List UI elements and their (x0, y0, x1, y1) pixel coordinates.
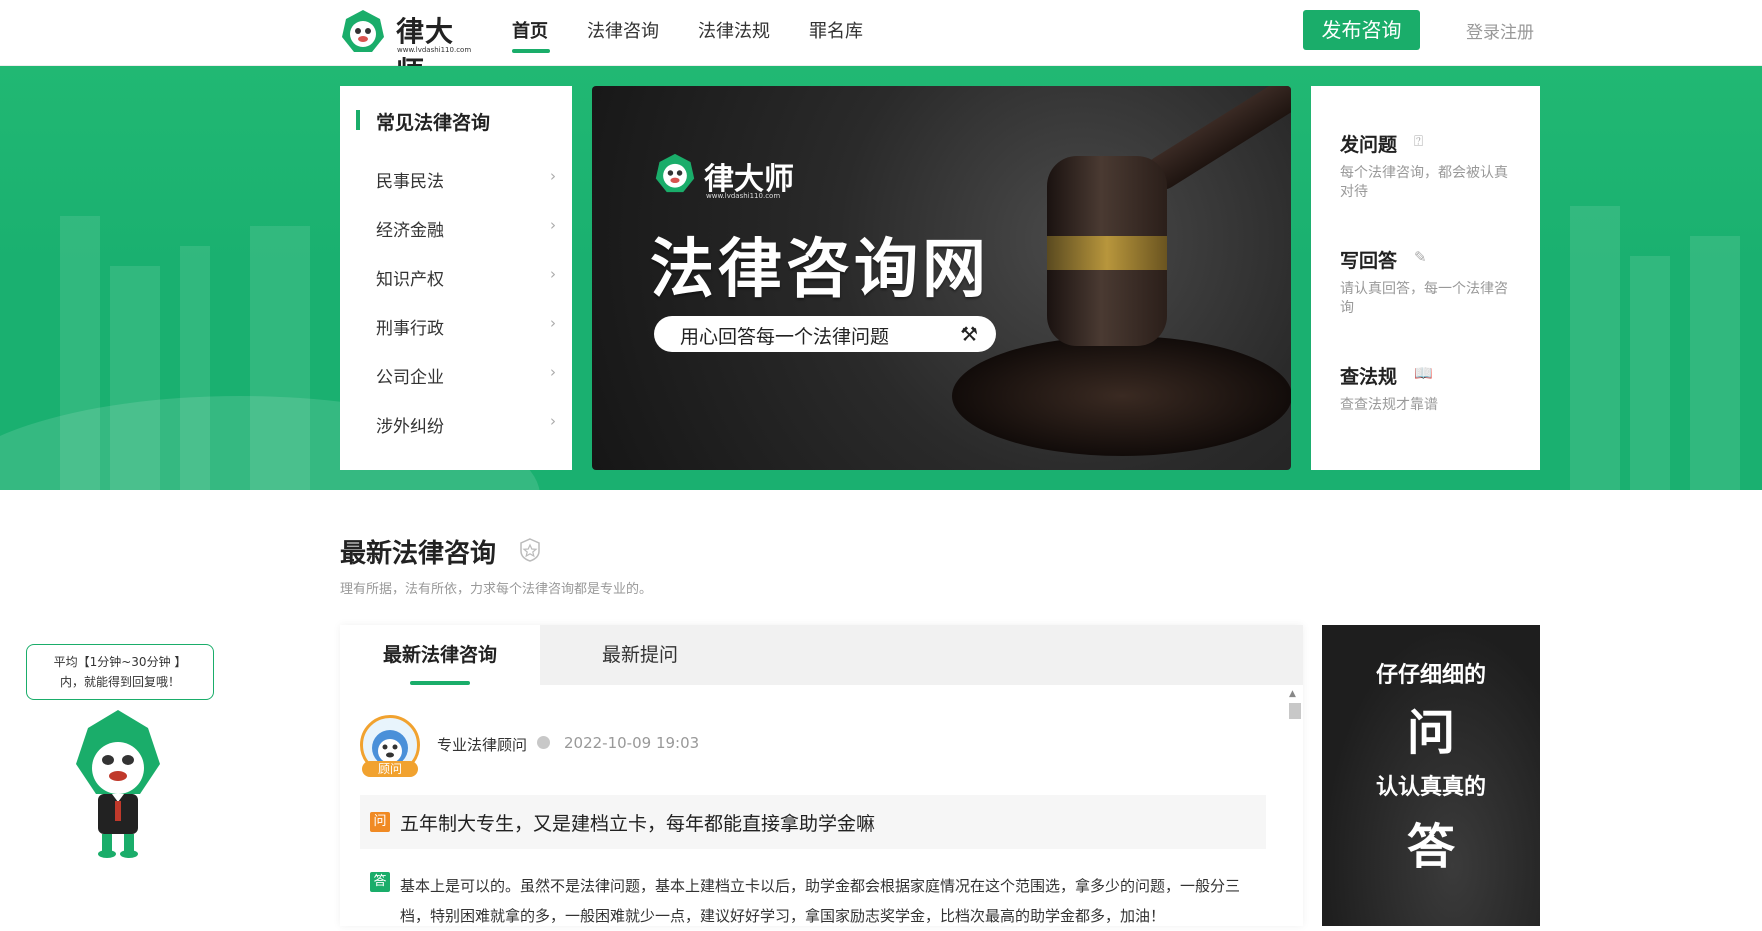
logo-url: www.lvdashi110.com (397, 46, 472, 54)
category-item-label: 涉外纠纷 (376, 417, 444, 437)
category-item-ip[interactable]: 知识产权 › (376, 265, 556, 290)
question-icon: ⍰ (1414, 132, 1424, 150)
category-panel: 常见法律咨询 民事民法 › 经济金融 › 知识产权 › 刑事行政 › 公司企业 › 涉外纠… (340, 86, 572, 470)
nav-home[interactable]: 首页 (512, 17, 548, 43)
chevron-right-icon: › (550, 363, 556, 381)
mascot-character-icon[interactable] (68, 706, 168, 860)
tab-bar: 最新法律咨询 最新提问 (340, 625, 1303, 685)
chevron-right-icon: › (550, 167, 556, 185)
action-answer-desc: 请认真回答，每一个法律咨询 (1340, 281, 1508, 316)
category-item-label: 刑事行政 (376, 319, 444, 339)
category-item-label: 知识产权 (376, 270, 444, 290)
action-answer-title[interactable]: 写回答 (1340, 246, 1397, 273)
reply-time-tip: 平均【1分钟~30分钟 】 内，就能得到回复哦！ (26, 644, 214, 700)
question-tag-icon: 问 (370, 812, 390, 832)
banner-logo: 律大师 www.lvdashi110.com (654, 152, 794, 200)
banner-slogan: 用心回答每一个法律问题 (680, 326, 890, 348)
mascot-logo-icon (342, 10, 384, 52)
login-register-link[interactable]: 登录注册 (1466, 18, 1534, 43)
tab-latest-consult[interactable]: 最新法律咨询 (340, 625, 540, 685)
ad-line-3: 认认真真的 (1375, 775, 1486, 800)
publish-consult-button[interactable]: 发布咨询 (1303, 10, 1420, 50)
post-datetime: 2022-10-09 19:03 (564, 734, 700, 752)
action-ask-desc: 每个法律咨询，都会被认真对待 (1340, 165, 1508, 200)
site-logo[interactable]: 律大师 www.lvdashi110.com (340, 8, 480, 88)
answer-tag-icon: 答 (370, 872, 390, 892)
nav-laws[interactable]: 法律法规 (698, 17, 770, 43)
post-author[interactable]: 专业法律顾问 (437, 734, 527, 755)
action-ask-title[interactable]: 发问题 (1340, 130, 1397, 157)
nav-crime-library[interactable]: 罪名库 (809, 17, 863, 43)
tip-line-2: 内，就能得到回复哦！ (59, 675, 180, 689)
category-item-company[interactable]: 公司企业 › (376, 363, 556, 388)
category-title: 常见法律咨询 (376, 112, 491, 134)
action-laws-desc: 查查法规才靠谱 (1340, 397, 1438, 413)
action-panel: 发问题 ⍰ 每个法律咨询，都会被认真对待 写回答 ✎ 请认真回答，每一个法律咨询… (1311, 86, 1540, 470)
gavel-base-image (952, 336, 1291, 456)
star-shield-icon (520, 538, 540, 562)
mascot-logo-icon (655, 153, 695, 193)
section-subtitle: 理有所据，法有所依，力求每个法律咨询都是专业的。 (340, 582, 653, 597)
question-text[interactable]: 五年制大专生，又是建档立卡，每年都能直接拿助学金嘛 (400, 809, 875, 836)
chevron-right-icon: › (550, 265, 556, 283)
category-title-bar (356, 110, 360, 130)
advisor-badge: 顾问 (362, 761, 418, 777)
chevron-right-icon: › (550, 412, 556, 430)
gavel-icon: ⚒ (960, 322, 978, 346)
side-ad-banner[interactable]: 仔仔细细的 问 认认真真的 答 (1322, 625, 1540, 926)
gavel-band-image (1047, 236, 1167, 270)
category-item-label: 经济金融 (376, 221, 444, 241)
banner-logo-url: www.lvdashi110.com (706, 192, 781, 200)
tip-line-1: 平均【1分钟~30分钟 】 (53, 655, 187, 669)
banner-slogan-pill: 用心回答每一个法律问题 ⚒ (654, 316, 996, 352)
category-item-label: 公司企业 (376, 368, 444, 388)
ad-line-1: 仔仔细细的 (1375, 663, 1486, 688)
city-silhouette (1570, 206, 1620, 490)
city-silhouette (1690, 236, 1740, 490)
section-title: 最新法律咨询 (340, 539, 497, 569)
hero-banner[interactable]: 律大师 www.lvdashi110.com 法律咨询网 用心回答每一个法律问题… (592, 86, 1291, 470)
chevron-right-icon: › (550, 314, 556, 332)
scrollbar-thumb[interactable] (1289, 703, 1301, 719)
ad-line-2: 问 (1406, 705, 1455, 761)
ad-line-4: 答 (1406, 819, 1455, 875)
chevron-right-icon: › (550, 216, 556, 234)
tab-latest-questions[interactable]: 最新提问 (540, 625, 740, 685)
action-laws-title[interactable]: 查法规 (1340, 362, 1397, 389)
category-item-label: 民事民法 (376, 172, 444, 192)
banner-title: 法律咨询网 (650, 233, 990, 307)
category-item-criminal[interactable]: 刑事行政 › (376, 314, 556, 339)
answer-text: 基本上是可以的。虽然不是法律问题，基本上建档立卡以后，助学金都会根据家庭情况在这… (400, 877, 1241, 925)
top-navbar: 律大师 www.lvdashi110.com 首页 法律咨询 法律法规 罪名库 … (0, 0, 1762, 88)
consult-list-card: 最新法律咨询 最新提问 ▲ 顾问 专业法律顾问 2022-10-09 19:03… (340, 625, 1303, 926)
clock-icon (537, 736, 550, 749)
nav-active-indicator (512, 49, 550, 53)
book-icon: 📖 (1414, 364, 1433, 382)
city-silhouette (1630, 256, 1670, 490)
tab-active-indicator (410, 681, 470, 685)
scroll-up-arrow-icon[interactable]: ▲ (1289, 689, 1296, 699)
pencil-icon: ✎ (1414, 248, 1427, 266)
category-item-civil[interactable]: 民事民法 › (376, 167, 556, 192)
category-item-foreign[interactable]: 涉外纠纷 › (376, 412, 556, 437)
category-item-finance[interactable]: 经济金融 › (376, 216, 556, 241)
question-box[interactable]: 问 五年制大专生，又是建档立卡，每年都能直接拿助学金嘛 (360, 795, 1266, 849)
nav-legal-consult[interactable]: 法律咨询 (587, 17, 659, 43)
